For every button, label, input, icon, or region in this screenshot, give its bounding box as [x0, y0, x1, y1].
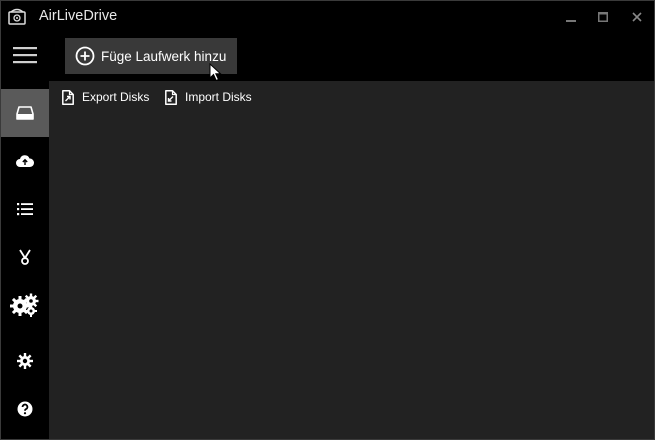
import-disks-button[interactable]: Import Disks — [165, 88, 252, 106]
list-icon — [17, 203, 33, 216]
hamburger-icon[interactable] — [13, 45, 37, 65]
sidebar-item-settings[interactable] — [1, 337, 49, 385]
sidebar-item-help[interactable] — [1, 385, 49, 433]
add-drive-label: Füge Laufwerk hinzu — [101, 48, 227, 64]
close-icon — [632, 12, 642, 22]
settings-icon — [17, 353, 33, 369]
import-disks-label: Import Disks — [185, 90, 252, 104]
sidebar-item-list[interactable] — [1, 185, 49, 233]
mouse-cursor-icon — [209, 63, 222, 82]
maximize-icon — [598, 12, 608, 22]
minimize-icon — [566, 20, 576, 22]
gears-icon — [10, 293, 39, 317]
export-disks-button[interactable]: Export Disks — [62, 88, 149, 106]
plus-circle-icon — [75, 46, 95, 66]
sidebar — [1, 81, 49, 439]
sidebar-item-drives[interactable] — [1, 89, 49, 137]
cloud-upload-icon — [16, 155, 34, 167]
sidebar-item-cloud[interactable] — [1, 137, 49, 185]
app-window: AirLiveDrive Füge Laufwerk hinzu Export … — [0, 0, 655, 440]
main-panel: Export Disks Import Disks — [49, 81, 654, 439]
export-disks-label: Export Disks — [82, 90, 150, 104]
minimize-button[interactable] — [561, 7, 581, 27]
sidebar-item-gears[interactable] — [1, 281, 49, 329]
maximize-button[interactable] — [593, 7, 613, 27]
sidebar-item-tools[interactable] — [1, 233, 49, 281]
scissors-icon — [19, 249, 31, 265]
close-button[interactable] — [627, 7, 647, 27]
window-title: AirLiveDrive — [39, 8, 118, 24]
import-document-icon — [165, 89, 177, 105]
help-icon — [17, 401, 33, 417]
title-bar: AirLiveDrive — [1, 1, 654, 33]
drive-icon — [16, 106, 34, 120]
app-logo-icon — [8, 8, 26, 25]
export-document-icon — [62, 89, 74, 105]
